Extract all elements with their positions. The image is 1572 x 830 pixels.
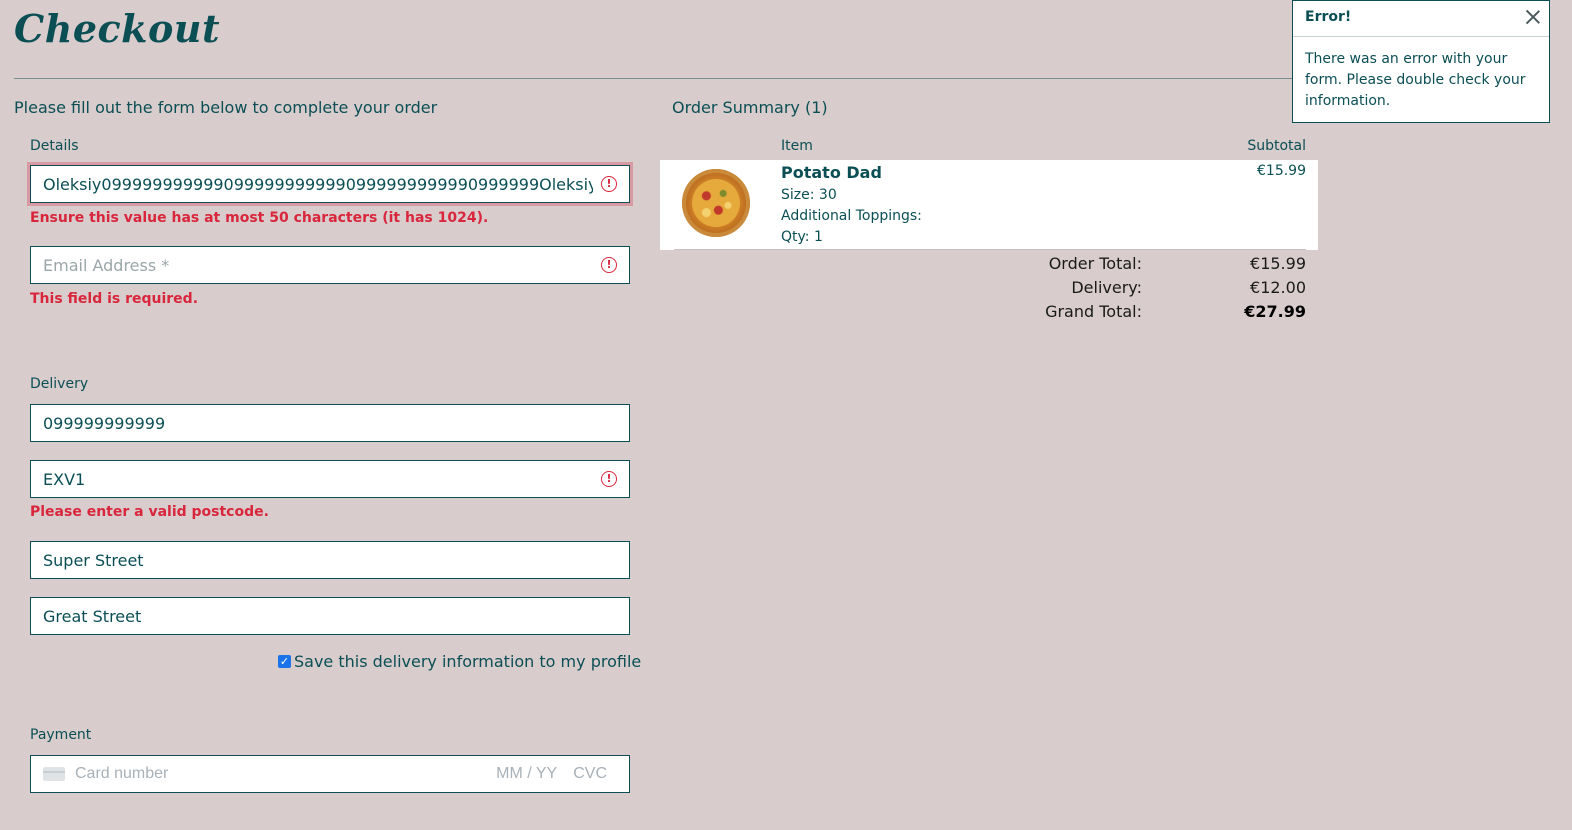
pizza-image bbox=[682, 169, 750, 237]
phone-value: 099999999999 bbox=[43, 413, 166, 433]
details-label: Details bbox=[30, 138, 79, 154]
error-icon: ! bbox=[601, 257, 617, 273]
card-expiry-placeholder: MM / YY bbox=[496, 765, 558, 782]
delivery-cost-label: Delivery: bbox=[1071, 278, 1142, 297]
payment-label: Payment bbox=[30, 727, 92, 743]
save-info-row: ✓ Save this delivery information to my p… bbox=[278, 652, 641, 671]
column-header-item: Item bbox=[781, 138, 813, 154]
postcode-error: Please enter a valid postcode. bbox=[30, 504, 269, 520]
close-icon[interactable] bbox=[1523, 7, 1543, 27]
order-summary-title: Order Summary (1) bbox=[672, 98, 828, 117]
full-name-error: Ensure this value has at most 50 charact… bbox=[30, 210, 489, 226]
order-item-row: Potato Dad Size: 30 Additional Toppings:… bbox=[660, 160, 1318, 250]
save-info-label[interactable]: Save this delivery information to my pro… bbox=[294, 652, 641, 671]
item-size: Size: 30 bbox=[781, 187, 837, 203]
phone-field[interactable]: 099999999999 bbox=[30, 404, 630, 442]
title-divider bbox=[14, 78, 1292, 79]
page-title: Checkout bbox=[14, 6, 221, 51]
form-intro: Please fill out the form below to comple… bbox=[14, 98, 438, 117]
error-icon: ! bbox=[601, 176, 617, 192]
postcode-field[interactable]: EXV1 ! bbox=[30, 460, 630, 498]
item-quantity: Qty: 1 bbox=[781, 229, 823, 245]
toast-title: Error! bbox=[1305, 9, 1352, 25]
street-address-1-field[interactable]: Super Street bbox=[30, 541, 630, 579]
email-error: This field is required. bbox=[30, 291, 199, 307]
delivery-cost-value: €12.00 bbox=[1250, 278, 1306, 297]
grand-total-value: €27.99 bbox=[1244, 302, 1306, 321]
summary-divider bbox=[674, 249, 1306, 250]
error-toast: Error! There was an error with your form… bbox=[1292, 0, 1550, 123]
order-total-label: Order Total: bbox=[1048, 254, 1142, 273]
save-info-checkbox[interactable]: ✓ bbox=[278, 655, 291, 668]
order-total-value: €15.99 bbox=[1250, 254, 1306, 273]
item-toppings: Additional Toppings: bbox=[781, 208, 922, 224]
grand-total-label: Grand Total: bbox=[1045, 302, 1142, 321]
item-name: Potato Dad bbox=[781, 163, 882, 182]
email-placeholder: Email Address * bbox=[43, 255, 170, 275]
card-element[interactable]: Card number MM / YY CVC bbox=[30, 755, 630, 793]
email-field[interactable]: Email Address * ! bbox=[30, 246, 630, 284]
item-price: €15.99 bbox=[1257, 163, 1306, 179]
column-header-subtotal: Subtotal bbox=[1247, 138, 1306, 154]
postcode-value: EXV1 bbox=[43, 469, 86, 489]
credit-card-icon bbox=[43, 767, 65, 781]
full-name-value: Oleksiy099999999999099999999999099999999… bbox=[43, 174, 593, 194]
delivery-label: Delivery bbox=[30, 376, 89, 392]
card-cvc-placeholder: CVC bbox=[573, 765, 607, 782]
card-number-placeholder: Card number bbox=[75, 765, 169, 782]
street-address-2-value: Great Street bbox=[43, 606, 142, 626]
toast-header: Error! bbox=[1293, 1, 1549, 37]
street-address-1-value: Super Street bbox=[43, 550, 144, 570]
toast-message: There was an error with your form. Pleas… bbox=[1305, 51, 1526, 109]
full-name-field[interactable]: Oleksiy099999999999099999999999099999999… bbox=[30, 165, 630, 203]
error-icon: ! bbox=[601, 471, 617, 487]
street-address-2-field[interactable]: Great Street bbox=[30, 597, 630, 635]
